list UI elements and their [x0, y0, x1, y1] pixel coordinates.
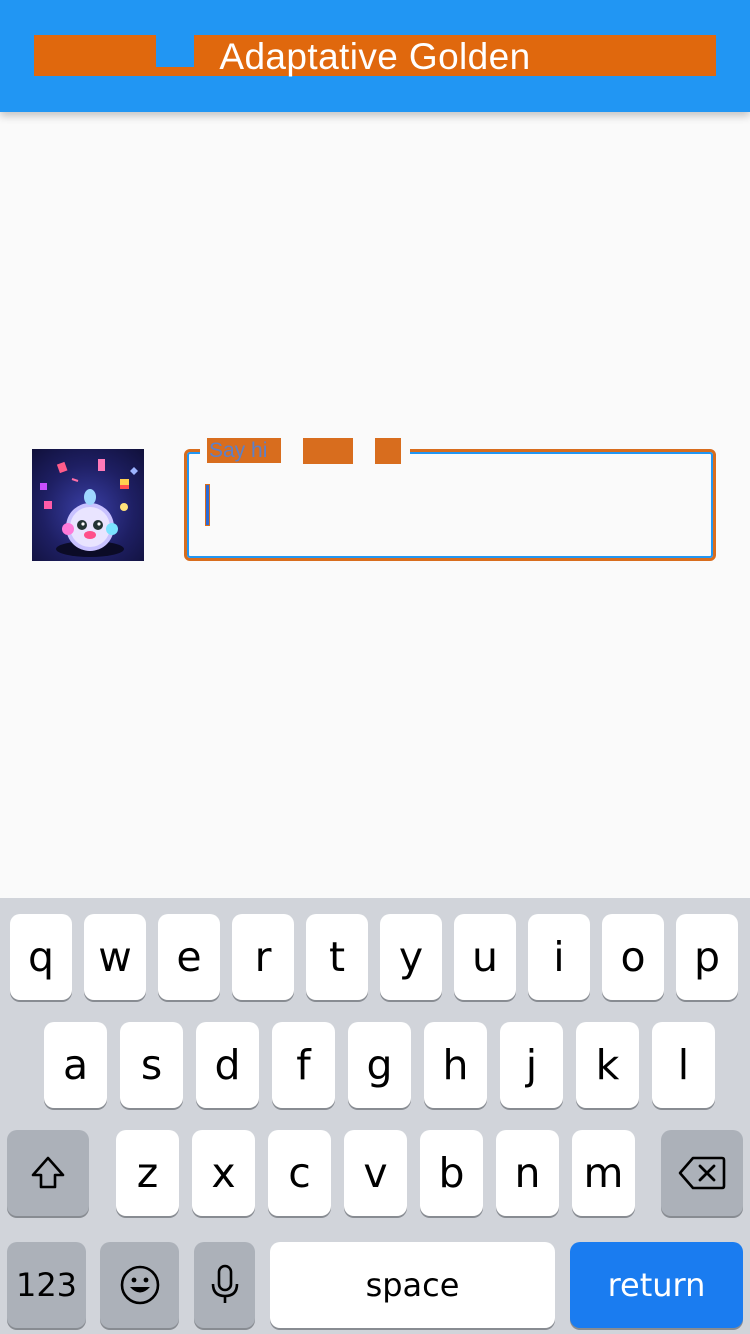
key-w[interactable]: w: [84, 914, 146, 1000]
return-key[interactable]: return: [570, 1242, 743, 1328]
key-n[interactable]: n: [496, 1130, 559, 1216]
label-overlay-chip: [303, 438, 353, 464]
microphone-key[interactable]: [194, 1242, 255, 1328]
key-r[interactable]: r: [232, 914, 294, 1000]
input-label: Say hi: [207, 438, 281, 463]
key-d[interactable]: d: [196, 1022, 259, 1108]
shift-key[interactable]: [7, 1130, 89, 1216]
space-key[interactable]: space: [270, 1242, 555, 1328]
label-overlay-chip: [375, 438, 401, 464]
key-h[interactable]: h: [424, 1022, 487, 1108]
key-y[interactable]: y: [380, 914, 442, 1000]
key-o[interactable]: o: [602, 914, 664, 1000]
app-bar: Adaptative Golden: [0, 0, 750, 112]
key-c[interactable]: c: [268, 1130, 331, 1216]
backspace-key[interactable]: [661, 1130, 743, 1216]
avatar: [32, 449, 144, 561]
shift-icon: [31, 1156, 65, 1189]
key-g[interactable]: g: [348, 1022, 411, 1108]
key-v[interactable]: v: [344, 1130, 407, 1216]
key-f[interactable]: f: [272, 1022, 335, 1108]
key-s[interactable]: s: [120, 1022, 183, 1108]
key-k[interactable]: k: [576, 1022, 639, 1108]
key-a[interactable]: a: [44, 1022, 107, 1108]
backspace-icon: [678, 1156, 726, 1190]
key-l[interactable]: l: [652, 1022, 715, 1108]
key-z[interactable]: z: [116, 1130, 179, 1216]
key-p[interactable]: p: [676, 914, 738, 1000]
text-cursor: [206, 485, 209, 525]
emoji-key[interactable]: [100, 1242, 179, 1328]
key-u[interactable]: u: [454, 914, 516, 1000]
key-b[interactable]: b: [420, 1130, 483, 1216]
message-input[interactable]: [184, 449, 716, 561]
key-q[interactable]: q: [10, 914, 72, 1000]
key-i[interactable]: i: [528, 914, 590, 1000]
key-x[interactable]: x: [192, 1130, 255, 1216]
key-m[interactable]: m: [572, 1130, 635, 1216]
numbers-key[interactable]: 123: [7, 1242, 86, 1328]
key-t[interactable]: t: [306, 914, 368, 1000]
onscreen-keyboard: q w e r t y u i o p a s d f g h j k l z …: [0, 898, 750, 1334]
key-e[interactable]: e: [158, 914, 220, 1000]
microphone-icon: [211, 1264, 238, 1303]
app-title: Adaptative Golden: [219, 36, 531, 77]
key-j[interactable]: j: [500, 1022, 563, 1108]
emoji-icon: [120, 1265, 159, 1305]
